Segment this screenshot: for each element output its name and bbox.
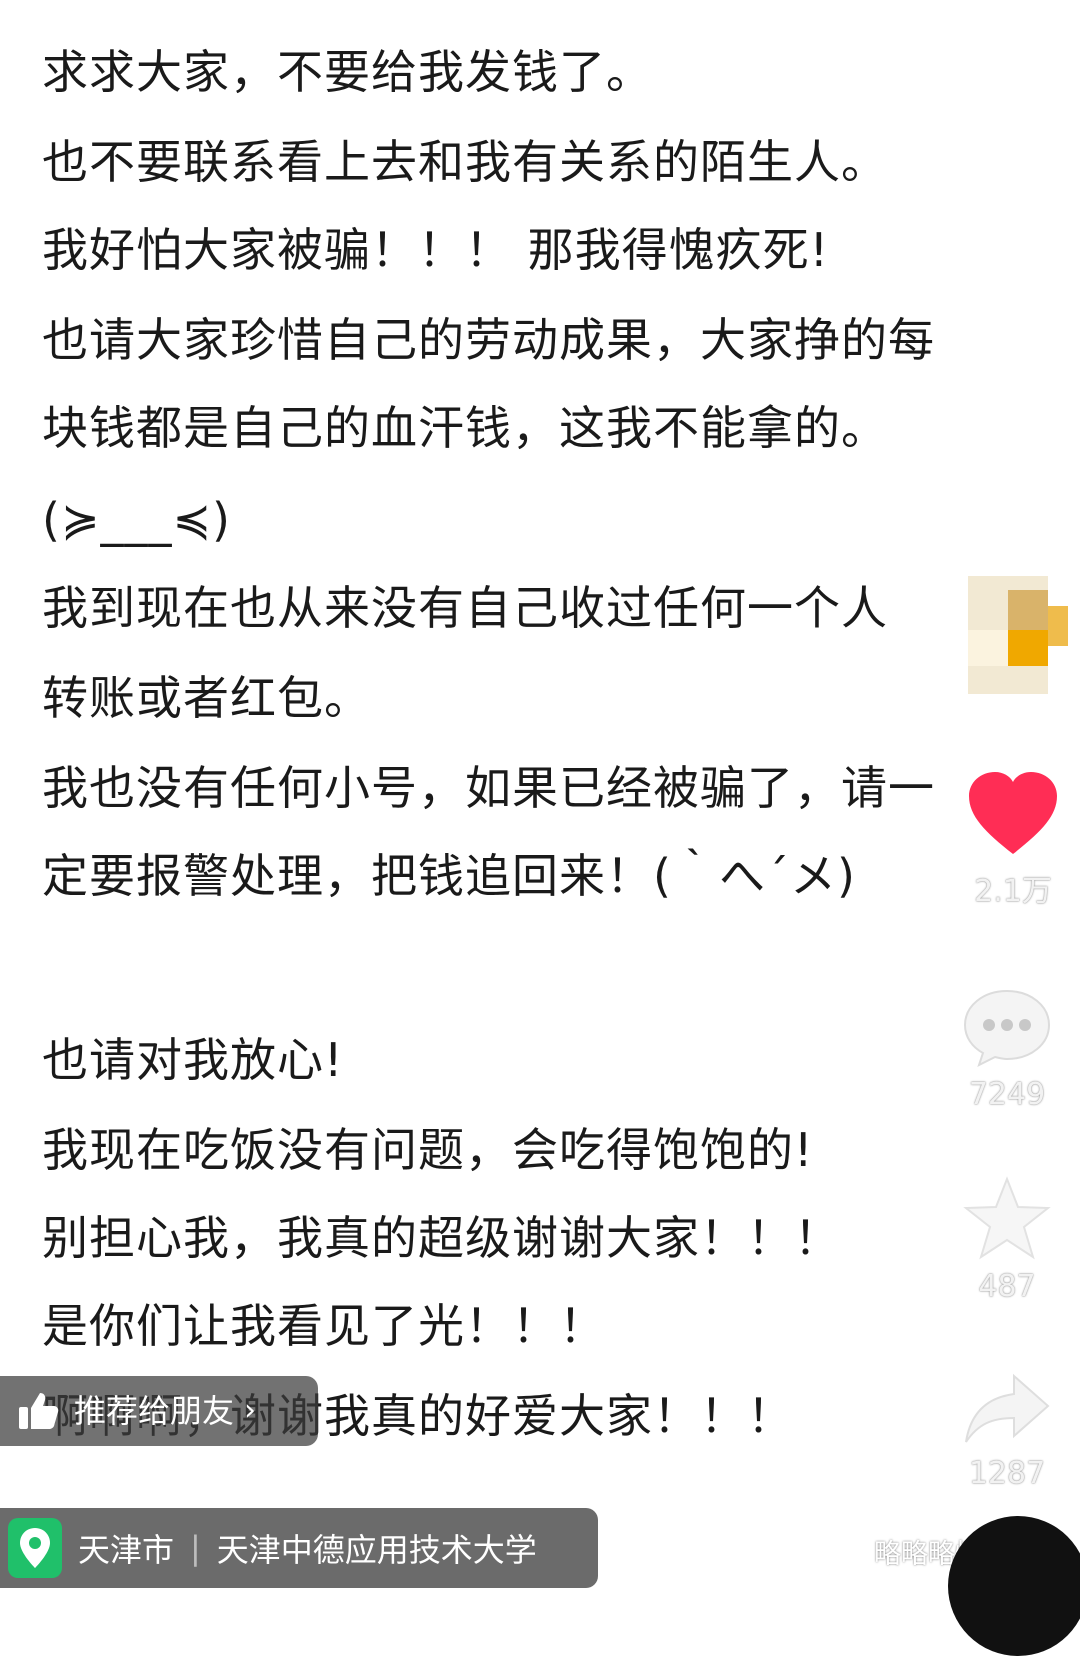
favorite-count: 487 <box>978 1269 1036 1304</box>
location-city: 天津市 <box>78 1531 175 1569</box>
like-button[interactable]: 2.1万 <box>958 770 1068 910</box>
heart-icon <box>969 772 1057 854</box>
post-line: 别担心我，我真的超级谢谢大家！！！ <box>42 1211 841 1265</box>
star-icon <box>963 1176 1051 1260</box>
recommend-to-friend-button[interactable]: 推荐给朋友 › <box>0 1376 318 1446</box>
music-disc[interactable] <box>948 1516 1080 1656</box>
post-line: 求求大家，不要给我发钱了。 <box>42 45 653 99</box>
post-line: 我也没有任何小号，如果已经被骗了，请一 <box>42 761 935 815</box>
location-pin-icon <box>8 1518 62 1578</box>
location-school: 天津中德应用技术大学 <box>216 1531 537 1569</box>
creator-avatar[interactable] <box>958 576 1070 694</box>
post-line: 也不要联系看上去和我有关系的陌生人。 <box>42 135 888 189</box>
post-line: 块钱都是自己的血汗钱，这我不能拿的。 <box>42 401 888 455</box>
comment-count: 7249 <box>968 1077 1046 1112</box>
like-count: 2.1万 <box>974 874 1052 909</box>
divider: | <box>190 1529 201 1567</box>
post-line: 也请对我放心! <box>42 1033 344 1087</box>
comment-button[interactable]: 7249 <box>952 985 1062 1112</box>
share-arrow-icon <box>965 1373 1050 1443</box>
post-line: 我现在吃饭没有问题，会吃得饱饱的! <box>42 1123 814 1177</box>
recommend-label: 推荐给朋友 <box>74 1392 235 1430</box>
share-button[interactable]: 1287 <box>952 1370 1062 1491</box>
thumbs-up-icon <box>19 1393 59 1429</box>
post-line: 我到现在也从来没有自己收过任何一个人 <box>42 581 888 635</box>
post-line: 是你们让我看见了光！！！ <box>42 1299 606 1353</box>
favorite-button[interactable]: 487 <box>952 1175 1062 1304</box>
location-tag[interactable]: 天津市 | 天津中德应用技术大学 <box>0 1508 598 1588</box>
share-count: 1287 <box>968 1456 1046 1491</box>
post-line: 也请大家珍惜自己的劳动成果，大家挣的每 <box>42 313 935 367</box>
chevron-right-icon: › <box>244 1393 257 1428</box>
post-line: 定要报警处理，把钱追回来！(｀へ´メ) <box>42 849 856 903</box>
post-line: 我好怕大家被骗！！！ 那我得愧疚死! <box>42 223 830 277</box>
comment-icon <box>963 989 1051 1067</box>
post-line: 转账或者红包。 <box>42 671 371 725</box>
wechat-icon <box>824 1535 863 1566</box>
post-line: (≽___≼) <box>42 493 231 547</box>
